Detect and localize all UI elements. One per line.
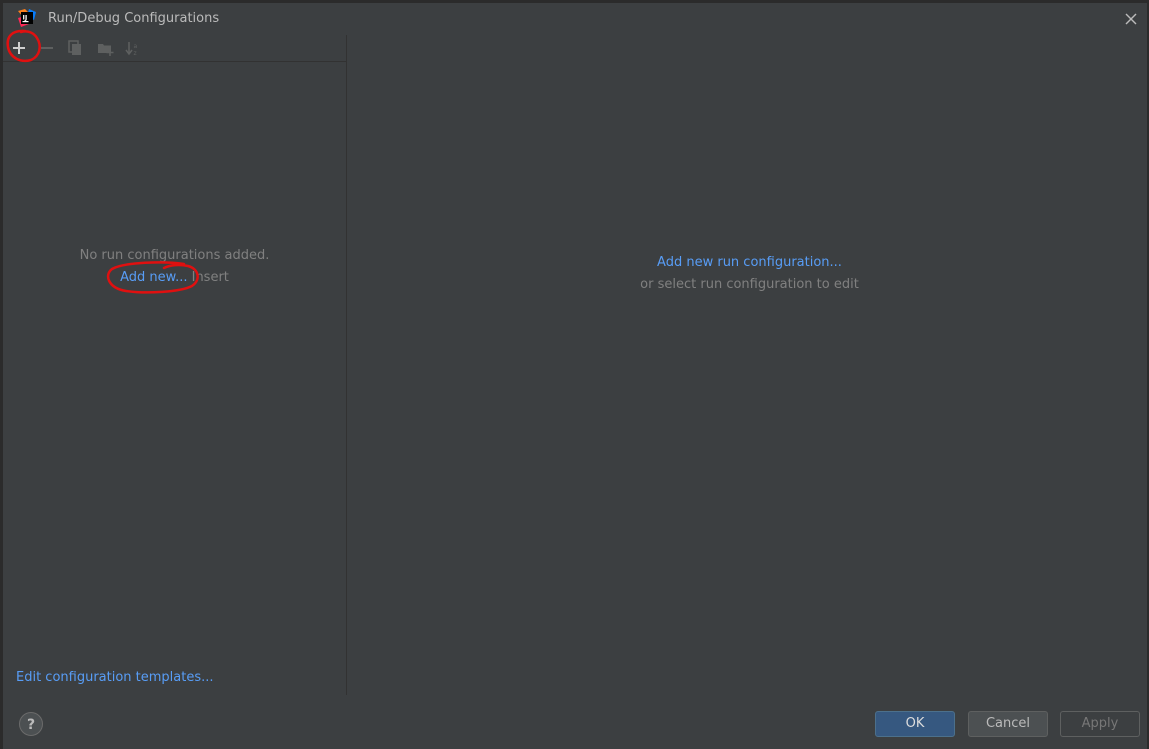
configuration-details-panel: Add new run configuration... or select r…	[347, 35, 1147, 695]
empty-configurations-message: No run configurations added.	[79, 248, 270, 263]
add-new-shortcut: Insert	[191, 270, 229, 285]
help-button[interactable]: ?	[19, 712, 43, 736]
cancel-button[interactable]: Cancel	[968, 711, 1048, 737]
minus-icon[interactable]	[37, 38, 57, 58]
title-bar: IJ Run/Debug Configurations	[3, 3, 1147, 35]
add-new-link[interactable]: Add new...	[120, 270, 187, 285]
svg-text:a: a	[134, 43, 138, 50]
configurations-toolbar: a z	[3, 35, 346, 61]
ok-button[interactable]: OK	[875, 711, 955, 737]
add-new-line: Add new... Insert	[3, 270, 346, 285]
intellij-app-icon: IJ	[18, 9, 36, 27]
window-title: Run/Debug Configurations	[48, 11, 220, 26]
sort-icon[interactable]: a z	[123, 38, 143, 58]
add-new-run-configuration-link[interactable]: Add new run configuration...	[347, 255, 1149, 270]
edit-configuration-templates-link[interactable]: Edit configuration templates...	[16, 670, 214, 685]
toolbar-divider	[3, 61, 346, 62]
select-configuration-hint: or select run configuration to edit	[640, 277, 859, 292]
copy-icon[interactable]	[65, 38, 85, 58]
svg-text:IJ: IJ	[23, 14, 28, 22]
plus-icon[interactable]	[9, 38, 29, 58]
apply-button[interactable]: Apply	[1060, 711, 1140, 737]
run-debug-configurations-dialog: IJ Run/Debug Configurations a z No run c…	[0, 0, 1149, 749]
folder-add-icon[interactable]	[95, 38, 115, 58]
configurations-tree-panel: a z No run configurations added. Add new…	[3, 35, 346, 695]
svg-text:z: z	[134, 50, 137, 57]
close-icon[interactable]	[1122, 10, 1140, 28]
